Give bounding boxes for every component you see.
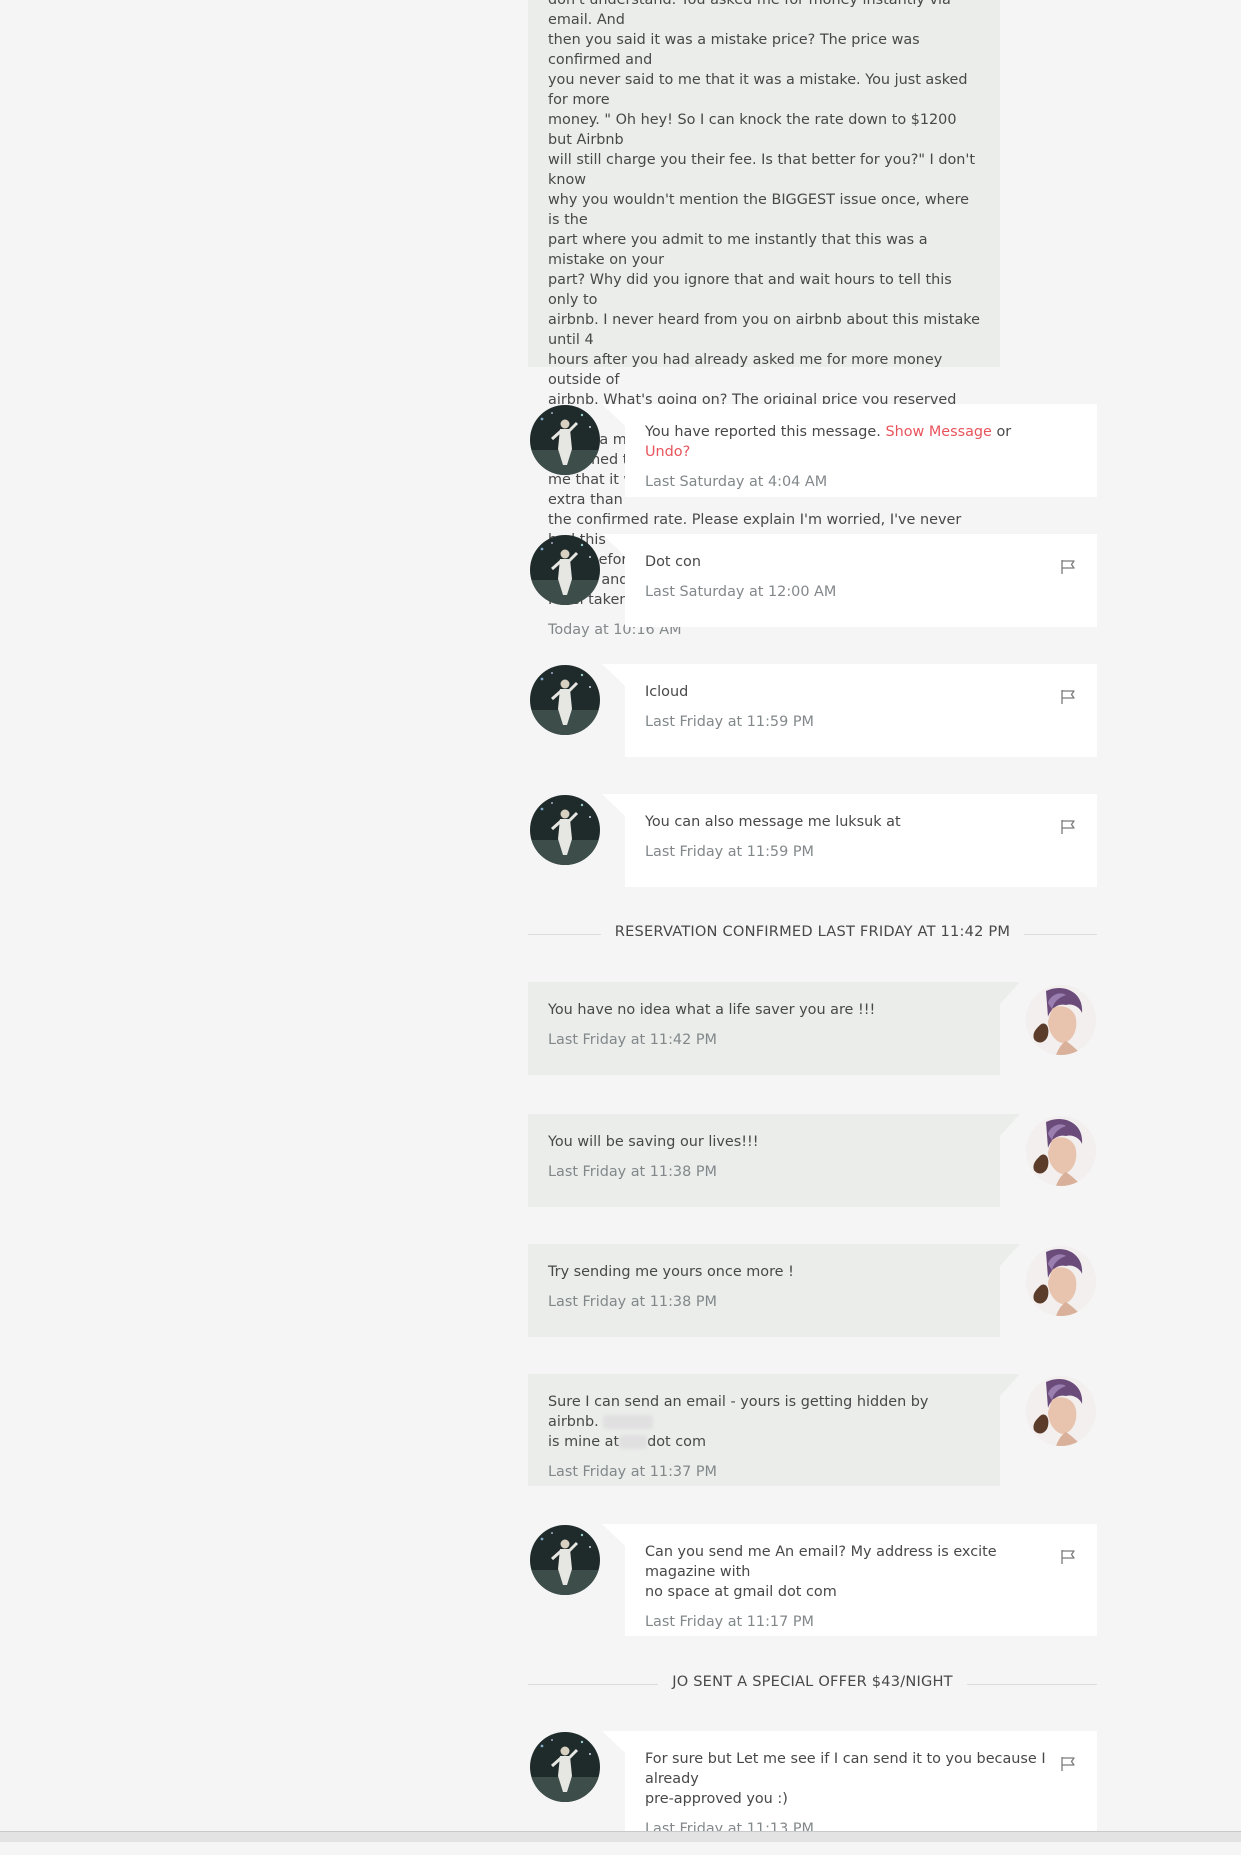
message-timestamp: Last Saturday at 12:00 AM <box>645 584 837 600</box>
host-avatar[interactable] <box>530 1525 600 1595</box>
host-avatar[interactable] <box>530 665 600 735</box>
guest-avatar[interactable] <box>1026 1246 1096 1316</box>
reported-notice: You have reported this message. Show Mes… <box>645 422 1037 462</box>
bubble-tail <box>602 664 625 686</box>
message-timestamp: Last Friday at 11:38 PM <box>548 1294 717 1310</box>
message-long-line: hours after you had already asked me for… <box>548 352 943 388</box>
message-text-line: For sure but Let me see if I can send it… <box>645 1751 1046 1787</box>
message-item: Try sending me yours once more ! Last Fr… <box>528 1244 1020 1337</box>
message-long-line: why you wouldn't mention the BIGGEST iss… <box>548 192 970 228</box>
message-timestamp: Last Friday at 11:38 PM <box>548 1164 717 1180</box>
bubble-tail <box>1000 1244 1020 1266</box>
reported-text: You have reported this message. <box>645 424 881 440</box>
message-timestamp: Last Friday at 11:17 PM <box>645 1614 814 1630</box>
guest-avatar[interactable] <box>1026 1116 1096 1186</box>
message-long-line: part where you admit to me instantly tha… <box>548 232 928 268</box>
message-text: Sure I can send an email - yours is gett… <box>548 1392 980 1452</box>
or-text: or <box>996 424 1012 440</box>
message-item: Sure I can send an email - yours is gett… <box>528 1374 1020 1486</box>
bubble-tail <box>602 794 625 816</box>
message-long: don't understand. You asked me for money… <box>528 0 1000 638</box>
message-text: You will be saving our lives!!! <box>548 1134 759 1150</box>
host-avatar[interactable] <box>530 405 600 475</box>
reservation-divider: RESERVATION CONFIRMED LAST FRIDAY AT 11:… <box>528 923 1097 945</box>
message-timestamp: Last Friday at 11:59 PM <box>645 844 814 860</box>
special-offer-divider: JO SENT A SPECIAL OFFER $43/NIGHT <box>528 1673 1097 1695</box>
message-long-line: then you said it was a mistake price? Th… <box>548 32 920 68</box>
message-reported: You have reported this message. Show Mes… <box>602 404 1097 497</box>
host-avatar[interactable] <box>530 795 600 865</box>
message-text-part: dot com <box>647 1434 706 1450</box>
undo-link[interactable]: Undo? <box>645 444 690 460</box>
bubble-tail <box>602 534 625 556</box>
message-text-line: pre-approved you :) <box>645 1791 788 1807</box>
flag-icon[interactable] <box>1059 688 1077 706</box>
message-item: Can you send me An email? My address is … <box>602 1524 1097 1636</box>
message-long-line: airbnb. I never heard from you on airbnb… <box>548 312 980 348</box>
horizontal-scrollbar[interactable] <box>0 1831 1241 1842</box>
message-text: Dot con <box>645 554 701 570</box>
redacted-email <box>619 1435 648 1449</box>
message-long-line: you never said to me that it was a mista… <box>548 72 968 108</box>
bubble-tail <box>1000 1114 1020 1136</box>
message-timestamp: Last Friday at 11:37 PM <box>548 1464 717 1480</box>
host-avatar[interactable] <box>530 1732 600 1802</box>
bubble-tail <box>602 1524 625 1546</box>
message-item: You will be saving our lives!!! Last Fri… <box>528 1114 1020 1207</box>
message-long-line: part? Why did you ignore that and wait h… <box>548 272 952 308</box>
message-text: For sure but Let me see if I can send it… <box>645 1749 1052 1809</box>
message-timestamp: Last Friday at 11:42 PM <box>548 1032 717 1048</box>
guest-avatar[interactable] <box>1026 1376 1096 1446</box>
special-offer-divider-label: JO SENT A SPECIAL OFFER $43/NIGHT <box>658 1673 967 1690</box>
message-text-line: Can you send me An email? My address is … <box>645 1544 997 1580</box>
message-item: For sure but Let me see if I can send it… <box>602 1731 1097 1841</box>
bubble-tail <box>1000 982 1020 1004</box>
flag-icon[interactable] <box>1059 558 1077 576</box>
message-item: Icloud Last Friday at 11:59 PM <box>602 664 1097 757</box>
reservation-divider-label: RESERVATION CONFIRMED LAST FRIDAY AT 11:… <box>600 923 1025 940</box>
message-item: You have no idea what a life saver you a… <box>528 982 1020 1075</box>
flag-icon[interactable] <box>1059 1755 1077 1773</box>
message-long-text: don't understand. You asked me for money… <box>548 0 980 610</box>
message-timestamp: Last Friday at 11:59 PM <box>645 714 814 730</box>
guest-avatar[interactable] <box>1026 985 1096 1055</box>
redacted-name <box>603 1415 654 1429</box>
message-item: Dot con Last Saturday at 12:00 AM <box>602 534 1097 627</box>
message-long-line: will still charge you their fee. Is that… <box>548 152 976 188</box>
bubble-tail <box>602 404 625 426</box>
message-item: You can also message me luksuk at Last F… <box>602 794 1097 887</box>
flag-icon[interactable] <box>1059 818 1077 836</box>
host-avatar[interactable] <box>530 535 600 605</box>
flag-icon[interactable] <box>1059 1548 1077 1566</box>
message-text: Icloud <box>645 684 689 700</box>
message-text: You have no idea what a life saver you a… <box>548 1002 876 1018</box>
bubble-tail <box>1000 1374 1020 1396</box>
message-text: You can also message me luksuk at <box>645 814 901 830</box>
show-message-link[interactable]: Show Message <box>885 424 991 440</box>
message-long-line: money. " Oh hey! So I can knock the rate… <box>548 112 957 148</box>
message-long-line: don't understand. You asked me for money… <box>548 0 951 28</box>
message-text-line: no space at gmail dot com <box>645 1584 837 1600</box>
message-text-part: is mine at <box>548 1434 620 1450</box>
message-text: Can you send me An email? My address is … <box>645 1542 1052 1602</box>
bubble-tail <box>602 1731 625 1753</box>
message-timestamp: Last Saturday at 4:04 AM <box>645 474 828 490</box>
message-text: Try sending me yours once more ! <box>548 1264 794 1280</box>
